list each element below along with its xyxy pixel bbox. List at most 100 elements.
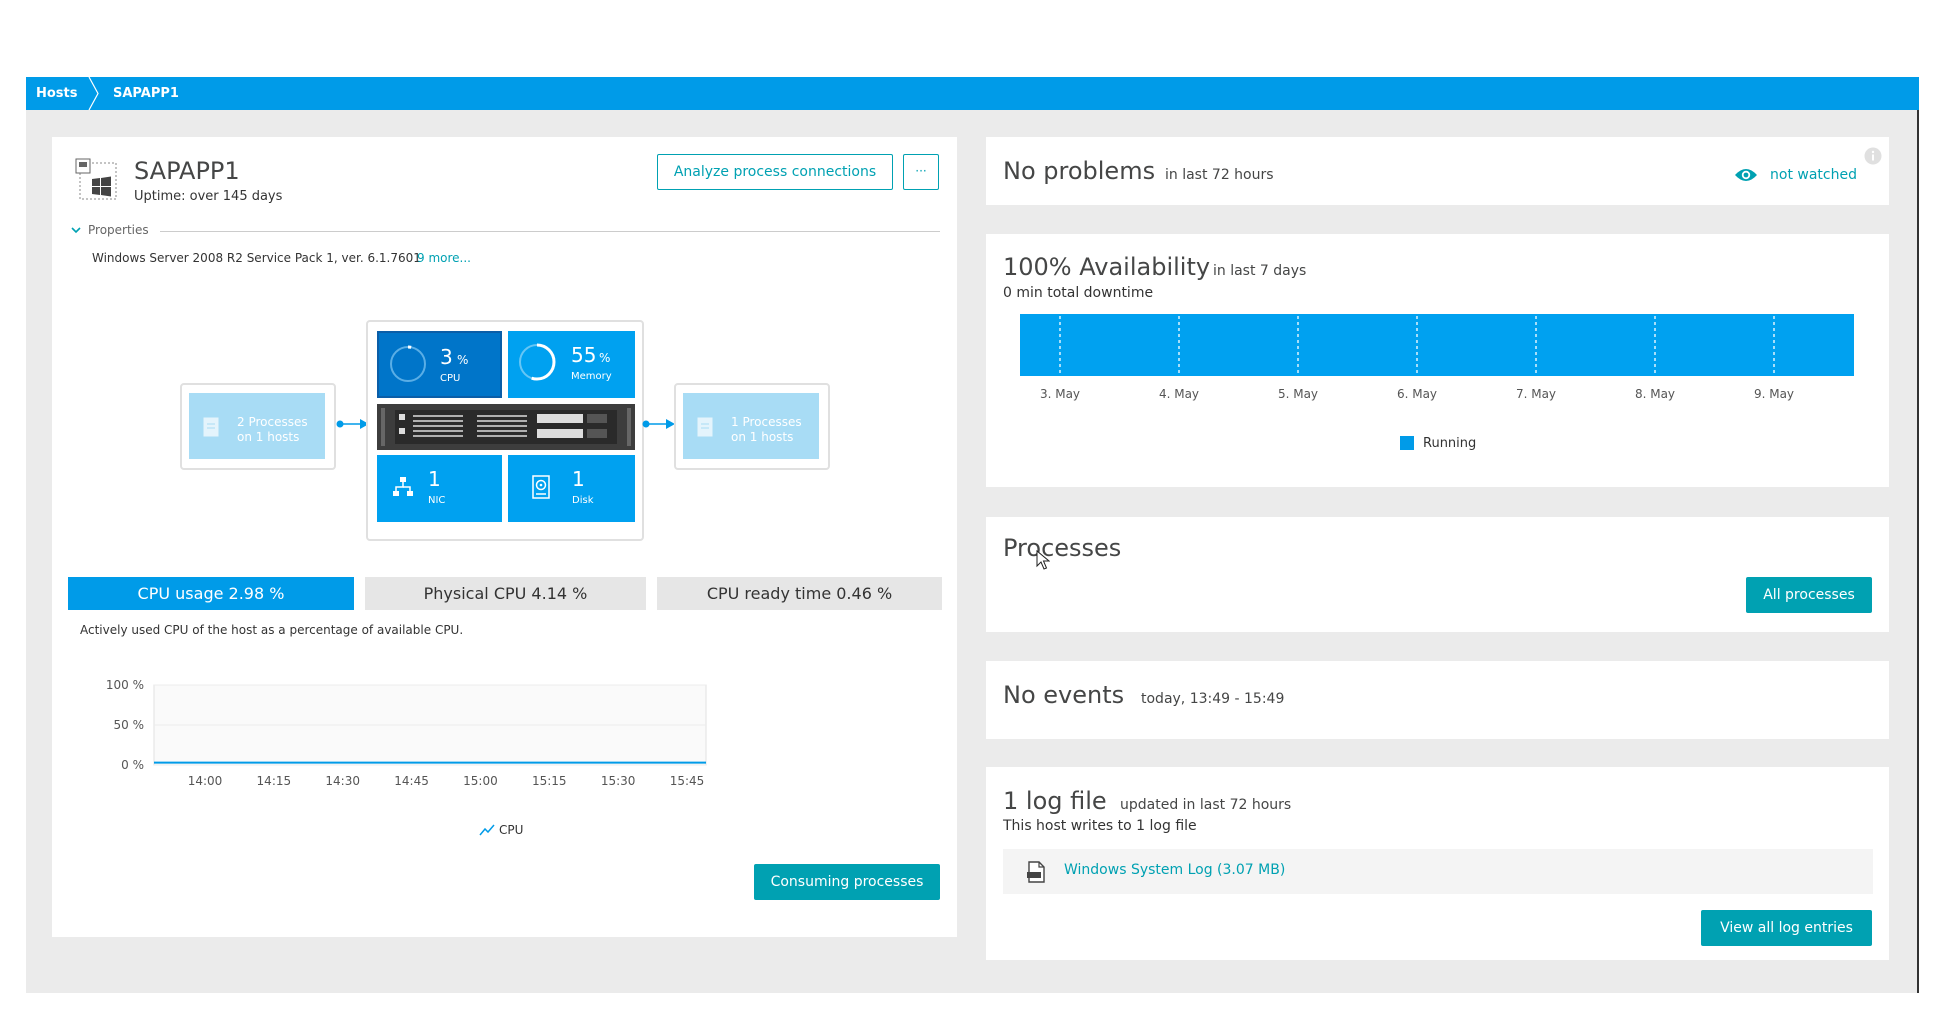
nic-count: 1 <box>428 467 441 491</box>
availability-day-label: 7. May <box>1516 387 1556 401</box>
memory-unit: % <box>599 351 611 365</box>
connection-arrow-left <box>336 419 369 429</box>
events-panel: No events today, 13:49 - 15:49 <box>986 661 1889 739</box>
right-processes-hosts: on 1 hosts <box>731 430 794 444</box>
breadcrumb-separator-icon <box>88 77 99 110</box>
eye-icon[interactable] <box>1734 167 1758 183</box>
cpu-chart-x-tick: 14:45 <box>394 774 429 788</box>
more-properties-link[interactable]: 9 more... <box>417 251 471 265</box>
processes-right-tile[interactable]: 1 Processes on 1 hosts <box>683 393 819 459</box>
host-uptime: Uptime: over 145 days <box>134 189 283 204</box>
problems-title: No problems <box>1003 157 1156 185</box>
logs-subtitle: This host writes to 1 log file <box>1003 818 1197 834</box>
host-topology-box: 3 % CPU 55 % Memory 1 NIC 1 Disk <box>366 320 644 541</box>
os-version: Windows Server 2008 R2 Service Pack 1, v… <box>92 251 421 265</box>
availability-running-bar <box>1020 314 1854 376</box>
breadcrumb-current: SAPAPP1 <box>113 86 179 101</box>
cpu-chart-y-tick: 50 % <box>114 718 145 732</box>
availability-downtime: 0 min total downtime <box>1003 285 1154 301</box>
mouse-cursor-icon <box>1036 550 1050 570</box>
cpu-chart-y-tick: 0 % <box>121 758 144 772</box>
app-frame: Hosts SAPAPP1 SAPAPP1 Uptime: over 145 d… <box>26 77 1919 993</box>
windows-host-icon <box>75 158 117 200</box>
processes-left-box: 2 Processes on 1 hosts <box>180 383 336 470</box>
nic-label: NIC <box>428 495 446 506</box>
availability-day-label: 5. May <box>1278 387 1318 401</box>
tab-physical-cpu[interactable]: Physical CPU 4.14 % <box>365 577 646 610</box>
problems-period: in last 72 hours <box>1165 167 1274 183</box>
availability-period: in last 7 days <box>1213 263 1307 279</box>
host-name: SAPAPP1 <box>134 157 240 185</box>
cpu-chart-x-tick: 14:00 <box>188 774 223 788</box>
memory-tile[interactable]: 55 % Memory <box>508 331 635 398</box>
cpu-chart-x-tick: 15:15 <box>532 774 567 788</box>
cpu-tile[interactable]: 3 % CPU <box>377 331 502 398</box>
disk-label: Disk <box>572 495 594 506</box>
server-icon <box>377 404 635 450</box>
availability-day-label: 9. May <box>1754 387 1794 401</box>
cpu-usage-chart: 100 % 50 % 0 % 14:00 14:15 14:30 14:45 15:00 15:… <box>106 678 707 788</box>
availability-day-label: 3. May <box>1040 387 1080 401</box>
properties-toggle[interactable]: Properties <box>88 223 149 237</box>
processes-title: Processes <box>1003 534 1122 562</box>
info-icon[interactable] <box>1864 147 1882 165</box>
logs-period: updated in last 72 hours <box>1120 797 1292 813</box>
disk-count: 1 <box>572 467 585 491</box>
log-file-link[interactable]: Windows System Log (3.07 MB) <box>1064 862 1285 878</box>
analyze-process-connections-button[interactable]: Analyze process connections <box>657 154 893 190</box>
cpu-chart-x-tick: 14:15 <box>257 774 292 788</box>
processes-left-tile[interactable]: 2 Processes on 1 hosts <box>189 393 325 459</box>
logs-panel: 1 log file updated in last 72 hours This… <box>986 767 1889 960</box>
log-file-icon <box>1027 861 1045 883</box>
cpu-chart-x-tick: 15:45 <box>670 774 705 788</box>
cpu-value: 3 <box>440 345 453 369</box>
breadcrumb-hosts[interactable]: Hosts <box>36 77 78 110</box>
events-title: No events <box>1003 681 1125 709</box>
left-processes-hosts: on 1 hosts <box>237 430 300 444</box>
cpu-chart-legend: CPU <box>499 823 524 837</box>
memory-gauge-icon <box>518 343 556 381</box>
chevron-down-icon[interactable] <box>70 225 82 235</box>
properties-divider <box>160 231 940 232</box>
cpu-unit: % <box>457 353 469 367</box>
availability-panel: 100% Availability in last 7 days 0 min t… <box>986 234 1889 487</box>
availability-day-label: 4. May <box>1159 387 1199 401</box>
availability-legend: Running <box>1423 436 1477 451</box>
left-processes-count: 2 Processes <box>237 415 308 429</box>
processes-panel: Processes All processes <box>986 517 1889 632</box>
right-processes-count: 1 Processes <box>731 415 802 429</box>
process-icon <box>697 417 713 437</box>
disk-icon <box>532 475 550 499</box>
memory-label: Memory <box>571 371 612 382</box>
availability-day-label: 6. May <box>1397 387 1437 401</box>
breadcrumb: Hosts SAPAPP1 <box>26 77 1919 110</box>
tab-cpu-usage[interactable]: CPU usage 2.98 % <box>68 577 354 610</box>
availability-timeline: 3. May 4. May 5. May 6. May 7. May 8. May 9. M… <box>1020 314 1854 401</box>
events-period: today, 13:49 - 15:49 <box>1141 691 1285 707</box>
memory-value: 55 <box>571 343 597 367</box>
watch-toggle[interactable]: not watched <box>1770 167 1857 183</box>
disk-tile[interactable]: 1 Disk <box>508 455 635 522</box>
view-all-log-entries-button[interactable]: View all log entries <box>1701 910 1872 946</box>
cpu-gauge-icon <box>389 345 427 383</box>
logs-title: 1 log file <box>1003 787 1107 815</box>
cpu-chart-y-tick: 100 % <box>106 678 144 692</box>
network-icon <box>393 477 413 496</box>
more-actions-button[interactable]: ··· <box>903 154 939 190</box>
all-processes-button[interactable]: All processes <box>1746 577 1872 613</box>
line-chart-legend-icon <box>479 824 495 836</box>
connection-arrow-right <box>642 419 675 429</box>
host-panel: SAPAPP1 Uptime: over 145 days Analyze pr… <box>52 137 957 937</box>
cpu-chart-x-tick: 15:30 <box>601 774 636 788</box>
tab-cpu-ready-time[interactable]: CPU ready time 0.46 % <box>657 577 942 610</box>
cpu-chart-x-tick: 15:00 <box>463 774 498 788</box>
consuming-processes-button[interactable]: Consuming processes <box>754 864 940 900</box>
log-file-row[interactable]: Windows System Log (3.07 MB) <box>1003 849 1873 894</box>
availability-day-label: 8. May <box>1635 387 1675 401</box>
cpu-chart-x-tick: 14:30 <box>325 774 360 788</box>
process-icon <box>203 417 219 437</box>
nic-tile[interactable]: 1 NIC <box>377 455 502 522</box>
cpu-label: CPU <box>440 373 461 384</box>
processes-right-box: 1 Processes on 1 hosts <box>674 383 830 470</box>
availability-legend-swatch <box>1400 436 1414 450</box>
